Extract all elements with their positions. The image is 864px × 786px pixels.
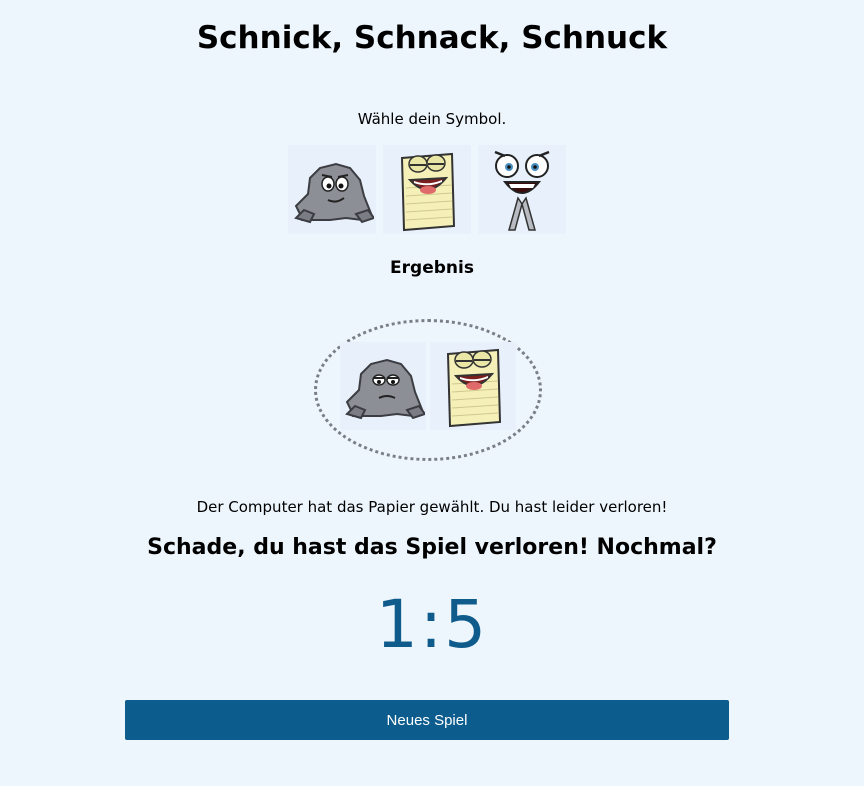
choice-paper-button[interactable] (383, 145, 471, 234)
symbol-choices (288, 145, 566, 234)
paper-icon (446, 348, 502, 428)
new-game-button[interactable]: Neues Spiel (125, 700, 729, 740)
result-pair (340, 342, 516, 430)
computer-choice (430, 342, 516, 430)
choice-scissors-button[interactable] (478, 145, 566, 234)
scissors-icon (494, 150, 550, 231)
rock-icon (294, 162, 374, 223)
score-display: 1:5 (375, 586, 489, 663)
result-heading: Ergebnis (390, 258, 474, 278)
final-message: Schade, du hast das Spiel verloren! Noch… (147, 535, 717, 560)
choose-symbol-prompt: Wähle dein Symbol. (357, 110, 507, 128)
rock-icon (345, 358, 425, 420)
round-message: Der Computer hat das Papier gewählt. Du … (196, 498, 668, 516)
paper-icon (400, 152, 456, 231)
player-choice (340, 342, 426, 430)
page-title: Schnick, Schnack, Schnuck (196, 20, 668, 56)
choice-rock-button[interactable] (288, 145, 376, 234)
